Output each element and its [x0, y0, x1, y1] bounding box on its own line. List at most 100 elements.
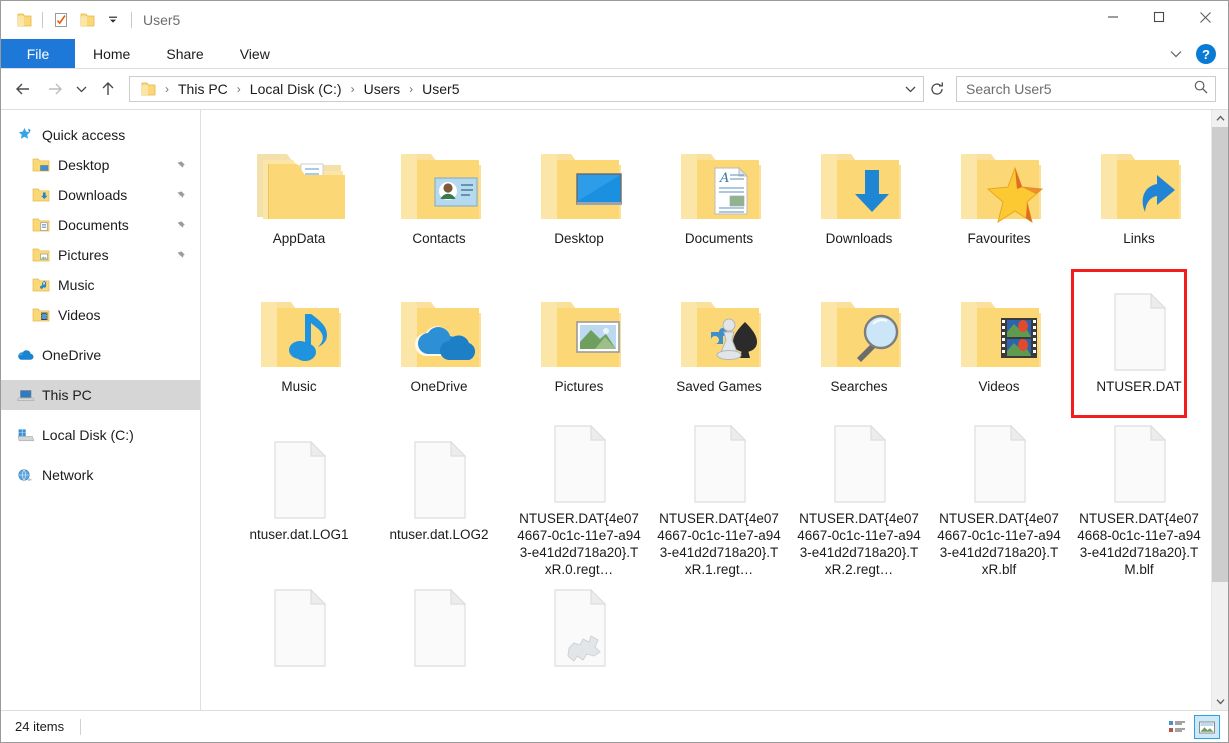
scroll-up-arrow-icon[interactable] — [1212, 110, 1228, 127]
back-button[interactable] — [9, 74, 39, 104]
file-name: Music — [281, 379, 317, 394]
refresh-button[interactable] — [924, 76, 950, 102]
tab-home[interactable]: Home — [75, 39, 148, 68]
file-item-music[interactable]: Music — [229, 272, 369, 420]
pin-icon[interactable] — [174, 219, 186, 231]
close-button[interactable] — [1182, 1, 1228, 33]
file-item-contacts[interactable]: Contacts — [369, 124, 509, 272]
file-item-ntuser-dat[interactable]: NTUSER.DAT — [1069, 269, 1209, 420]
tab-share[interactable]: Share — [148, 39, 221, 68]
sidebar-item-local-disk[interactable]: Local Disk (C:) — [1, 420, 200, 450]
file-name: NTUSER.DAT{4e074667-0c1c-11e7-a943-e41d2… — [657, 511, 781, 577]
file-item-txr-blf[interactable]: NTUSER.DAT{4e074667-0c1c-11e7-a943-e41d2… — [929, 420, 1069, 577]
up-button[interactable] — [93, 74, 123, 104]
downloads-folder-icon — [31, 186, 51, 204]
pin-icon[interactable] — [174, 189, 186, 201]
ribbon-right-controls: ? — [1162, 39, 1224, 69]
folder-icon-appdata — [251, 128, 347, 224]
file-item-row4-2[interactable] — [369, 568, 509, 710]
sidebar-item-documents[interactable]: Documents — [1, 210, 200, 240]
file-item-row4-1[interactable] — [229, 568, 369, 710]
large-icons-view-button[interactable] — [1194, 715, 1220, 739]
qat-divider — [42, 12, 43, 28]
address-dropdown-chevron-icon[interactable] — [899, 84, 921, 94]
sidebar-item-videos[interactable]: Videos — [1, 300, 200, 330]
customize-dropdown-icon[interactable] — [100, 7, 126, 33]
file-item-links[interactable]: Links — [1069, 124, 1209, 272]
forward-button[interactable] — [39, 74, 69, 104]
breadcrumb-local-disk[interactable]: Local Disk (C:) — [248, 81, 344, 97]
file-name: NTUSER.DAT{4e074667-0c1c-11e7-a943-e41d2… — [797, 511, 921, 577]
file-item-txr-1-regtrans[interactable]: NTUSER.DAT{4e074667-0c1c-11e7-a943-e41d2… — [649, 420, 789, 577]
file-icon-ntuser-dat — [1091, 276, 1187, 372]
navigation-pane: Quick access Desktop Downloads Documents… — [1, 110, 201, 710]
file-item-appdata[interactable]: AppData — [229, 124, 369, 272]
maximize-button[interactable] — [1136, 1, 1182, 33]
sidebar-item-downloads[interactable]: Downloads — [1, 180, 200, 210]
ribbon-tabs: File Home Share View ? — [1, 39, 1228, 69]
collapse-ribbon-chevron-icon[interactable] — [1162, 41, 1190, 67]
sidebar-label: Desktop — [58, 157, 110, 173]
tab-view[interactable]: View — [222, 39, 288, 68]
folder-icon-onedrive — [391, 276, 487, 372]
file-icon-generic — [951, 424, 1047, 504]
search-input[interactable] — [966, 81, 1193, 97]
status-bar: 24 items — [1, 710, 1228, 742]
tab-file[interactable]: File — [1, 39, 75, 68]
sidebar-label: Music — [58, 277, 95, 293]
sidebar-label: Videos — [58, 307, 101, 323]
file-list-pane: AppData Contacts Desktop A Documents Dow… — [201, 110, 1228, 710]
folder-icon-saved-games — [671, 276, 767, 372]
file-item-searches[interactable]: Searches — [789, 272, 929, 420]
properties-icon[interactable] — [48, 7, 74, 33]
sidebar-item-pictures[interactable]: Pictures — [1, 240, 200, 270]
file-item-ntuser-log1[interactable]: ntuser.dat.LOG1 — [229, 420, 369, 568]
minimize-button[interactable] — [1090, 1, 1136, 33]
file-item-desktop[interactable]: Desktop — [509, 124, 649, 272]
sidebar-item-onedrive[interactable]: OneDrive — [1, 340, 200, 370]
file-name: ntuser.dat.LOG2 — [389, 527, 489, 542]
folder-icon-searches — [811, 276, 907, 372]
sidebar-item-quick-access[interactable]: Quick access — [1, 120, 200, 150]
file-item-favourites[interactable]: Favourites — [929, 124, 1069, 272]
details-view-button[interactable] — [1164, 715, 1190, 739]
file-item-row4-3[interactable] — [509, 568, 649, 710]
file-item-videos[interactable]: Videos — [929, 272, 1069, 420]
file-item-downloads[interactable]: Downloads — [789, 124, 929, 272]
vertical-scrollbar[interactable] — [1211, 110, 1228, 710]
breadcrumb-this-pc[interactable]: This PC — [176, 81, 230, 97]
recent-locations-chevron-icon[interactable] — [69, 74, 93, 104]
sidebar-item-music[interactable]: Music — [1, 270, 200, 300]
folder-icon-music — [251, 276, 347, 372]
file-item-tm-blf[interactable]: NTUSER.DAT{4e074668-0c1c-11e7-a943-e41d2… — [1069, 420, 1209, 577]
file-item-txr-0-regtrans[interactable]: NTUSER.DAT{4e074667-0c1c-11e7-a943-e41d2… — [509, 420, 649, 577]
folder-icon[interactable] — [11, 7, 37, 33]
file-icon-generic — [531, 424, 627, 504]
sidebar-item-desktop[interactable]: Desktop — [1, 150, 200, 180]
address-bar[interactable]: › This PC › Local Disk (C:) › Users › Us… — [129, 76, 924, 102]
item-count: 24 items — [15, 719, 65, 734]
breadcrumb-user5[interactable]: User5 — [420, 81, 461, 97]
file-name: Favourites — [967, 231, 1031, 246]
search-box[interactable] — [956, 76, 1216, 102]
file-item-saved-games[interactable]: Saved Games — [649, 272, 789, 420]
scroll-down-arrow-icon[interactable] — [1212, 693, 1228, 710]
folder-icon-links — [1091, 128, 1187, 224]
file-icon-generic — [1091, 424, 1187, 504]
pin-icon[interactable] — [174, 159, 186, 171]
pin-icon[interactable] — [174, 249, 186, 261]
file-icon-generic — [251, 424, 347, 520]
file-item-onedrive[interactable]: OneDrive — [369, 272, 509, 420]
breadcrumb: › This PC › Local Disk (C:) › Users › Us… — [138, 80, 899, 98]
file-item-documents[interactable]: A Documents — [649, 124, 789, 272]
file-item-txr-2-regtrans[interactable]: NTUSER.DAT{4e074667-0c1c-11e7-a943-e41d2… — [789, 420, 929, 577]
scrollbar-thumb[interactable] — [1212, 127, 1228, 582]
help-button[interactable]: ? — [1196, 44, 1216, 64]
new-folder-icon[interactable] — [74, 7, 100, 33]
file-item-pictures[interactable]: Pictures — [509, 272, 649, 420]
sidebar-item-network[interactable]: Network — [1, 460, 200, 490]
file-item-ntuser-log2[interactable]: ntuser.dat.LOG2 — [369, 420, 509, 568]
file-name: Saved Games — [676, 379, 762, 394]
sidebar-item-this-pc[interactable]: This PC — [1, 380, 200, 410]
breadcrumb-users[interactable]: Users — [362, 81, 403, 97]
